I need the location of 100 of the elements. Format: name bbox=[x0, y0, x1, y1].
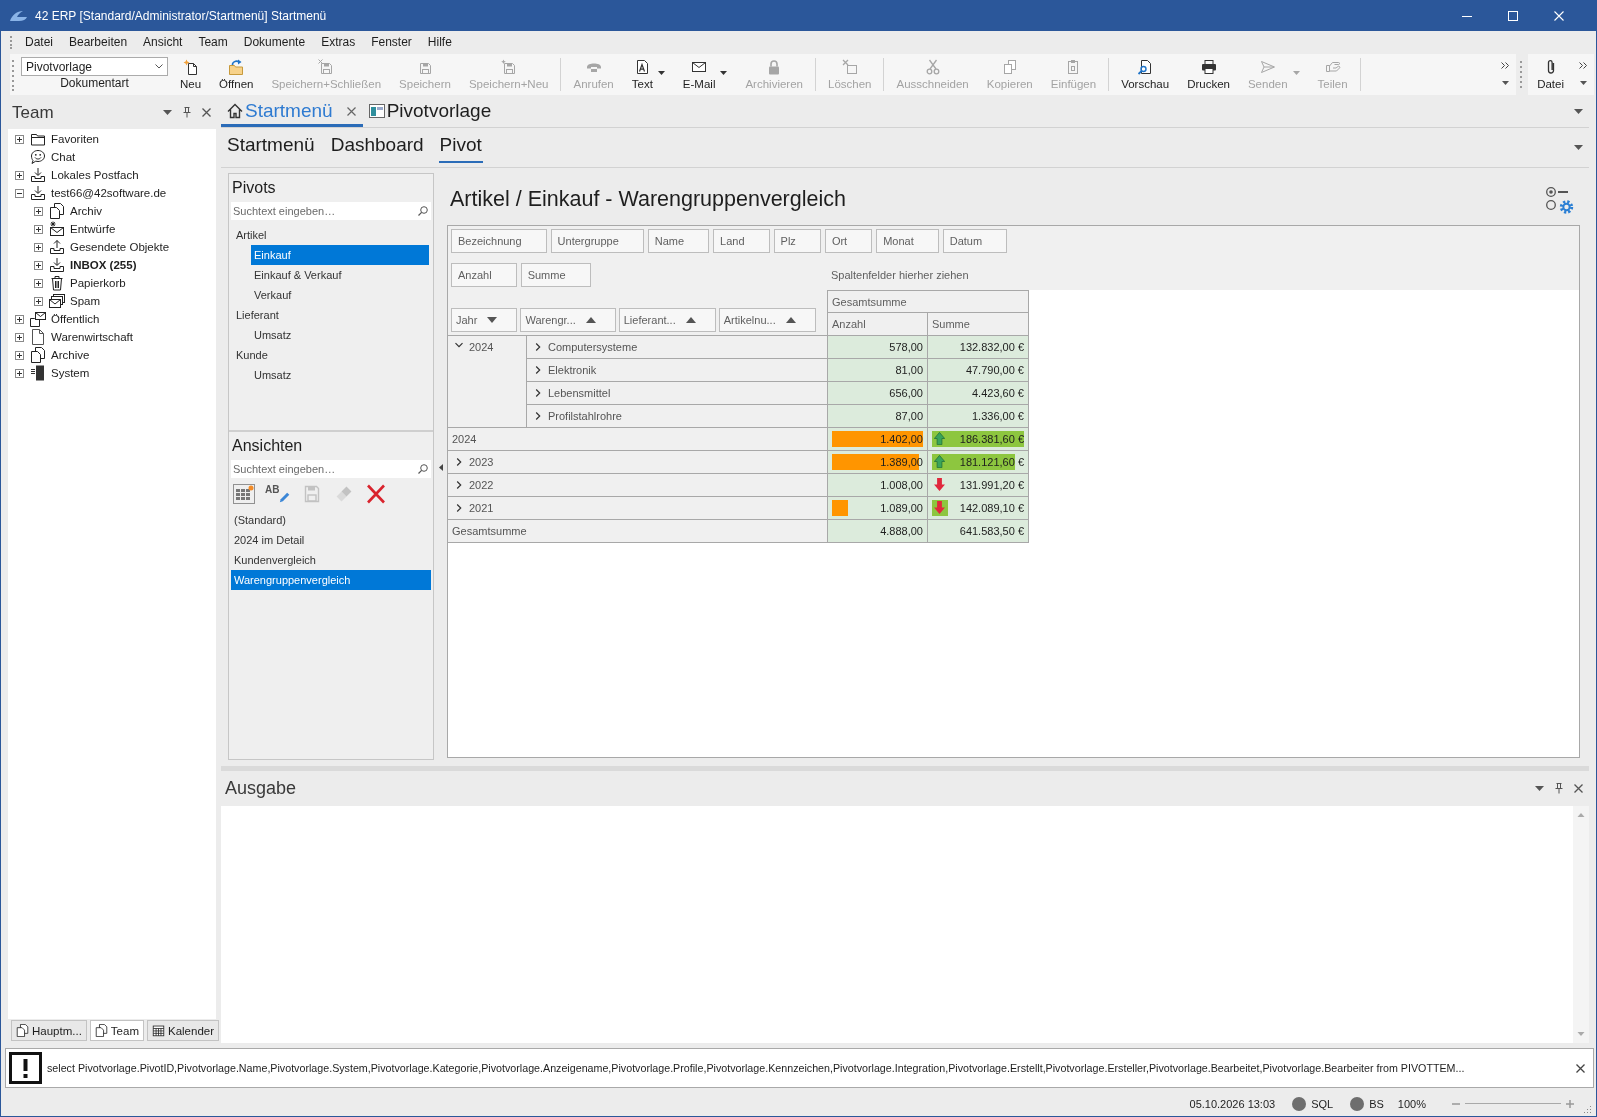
toolbar-button[interactable]: Drucken bbox=[1178, 54, 1239, 95]
collapse-icon[interactable] bbox=[15, 188, 24, 198]
tree-item[interactable]: Öffentlich bbox=[51, 313, 100, 325]
field-chip[interactable]: Ort bbox=[824, 229, 873, 253]
field-chip[interactable]: Warengr... bbox=[520, 308, 616, 332]
pin-icon[interactable] bbox=[1555, 783, 1563, 794]
chevron-right-icon[interactable] bbox=[534, 343, 542, 351]
expand-icon[interactable] bbox=[34, 224, 43, 234]
chevron-right-icon[interactable] bbox=[534, 366, 542, 374]
close-icon[interactable] bbox=[1576, 1063, 1585, 1073]
tree-item[interactable]: Spam bbox=[70, 295, 101, 307]
menu-item[interactable]: Bearbeiten bbox=[61, 35, 136, 49]
view-tab[interactable]: Dashboard bbox=[329, 128, 425, 163]
field-chip[interactable]: Jahr bbox=[451, 308, 518, 332]
dropdown-caret-icon[interactable] bbox=[1580, 81, 1587, 85]
overflow-chevron-icon[interactable] bbox=[1579, 62, 1588, 69]
tree-item[interactable]: Papierkorb bbox=[70, 277, 126, 289]
tree-item[interactable]: Chat bbox=[51, 151, 76, 163]
dropdown-caret-icon[interactable] bbox=[657, 70, 665, 75]
view-tab[interactable]: Pivot bbox=[438, 128, 483, 163]
rename-button[interactable]: AB bbox=[265, 485, 292, 503]
expand-icon[interactable] bbox=[15, 332, 24, 342]
settings-icon[interactable] bbox=[1545, 185, 1575, 216]
field-chip[interactable]: Plz bbox=[773, 229, 821, 253]
list-item[interactable]: Kundenvergleich bbox=[231, 550, 431, 570]
toolbar-button[interactable]: Datei bbox=[1528, 54, 1573, 95]
list-item[interactable]: Verkauf bbox=[251, 285, 429, 305]
chevron-right-icon[interactable] bbox=[455, 504, 463, 512]
dropdown-arrow-icon[interactable] bbox=[1574, 145, 1583, 150]
panel-tab[interactable]: Team bbox=[89, 1020, 144, 1041]
expand-icon[interactable] bbox=[15, 134, 24, 144]
chevron-right-icon[interactable] bbox=[455, 458, 463, 466]
pin-icon[interactable] bbox=[183, 107, 191, 118]
list-item[interactable]: Umsatz bbox=[251, 325, 429, 345]
tree-item[interactable]: Warenwirtschaft bbox=[51, 331, 133, 343]
dropdown-arrow-icon[interactable] bbox=[1535, 786, 1544, 791]
field-chip[interactable]: Land bbox=[713, 229, 770, 253]
new-grid-icon[interactable] bbox=[233, 484, 255, 504]
tree-item[interactable]: Archive bbox=[51, 349, 90, 361]
toolbar-button[interactable]: E-Mail bbox=[673, 54, 737, 95]
list-item[interactable]: 2024 im Detail bbox=[231, 530, 431, 550]
menu-item[interactable]: Fenster bbox=[363, 35, 420, 49]
field-chip[interactable]: Untergruppe bbox=[550, 229, 644, 253]
panel-tab[interactable]: Hauptm... bbox=[11, 1020, 87, 1041]
chevron-right-icon[interactable] bbox=[534, 389, 542, 397]
document-tab[interactable]: Startmenü bbox=[221, 96, 363, 127]
menu-item[interactable]: Ansicht bbox=[135, 35, 191, 49]
close-icon[interactable] bbox=[202, 108, 211, 117]
tree-item[interactable]: Lokales Postfach bbox=[51, 169, 139, 181]
expand-icon[interactable] bbox=[15, 314, 24, 324]
tree-item[interactable]: Favoriten bbox=[51, 133, 99, 145]
search-icon[interactable] bbox=[418, 206, 428, 216]
dropdown-arrow-icon[interactable] bbox=[163, 110, 172, 115]
close-icon[interactable] bbox=[1574, 784, 1583, 793]
maximize-icon[interactable] bbox=[1508, 10, 1518, 21]
tree-item[interactable]: Entwürfe bbox=[70, 223, 116, 235]
tree-item[interactable]: test66@42software.de bbox=[51, 187, 167, 199]
field-chip[interactable]: Summe bbox=[520, 263, 591, 287]
tree-item[interactable]: System bbox=[51, 367, 90, 379]
expand-icon[interactable] bbox=[15, 170, 24, 180]
expand-icon[interactable] bbox=[34, 206, 43, 216]
chevron-right-icon[interactable] bbox=[534, 412, 542, 420]
field-chip[interactable]: Datum bbox=[942, 229, 1008, 253]
field-chip[interactable]: Bezeichnung bbox=[451, 229, 547, 253]
chevron-right-icon[interactable] bbox=[455, 481, 463, 489]
list-item[interactable]: Artikel bbox=[229, 225, 429, 245]
list-item[interactable]: Lieferant bbox=[229, 305, 429, 325]
field-chip[interactable]: Name bbox=[647, 229, 710, 253]
tree-item[interactable]: Archiv bbox=[70, 205, 102, 217]
toolbar-button[interactable]: Text bbox=[622, 54, 674, 95]
resize-grip-icon[interactable] bbox=[1582, 1104, 1592, 1114]
field-chip[interactable]: Anzahl bbox=[451, 263, 517, 287]
toolbar-button[interactable]: Neu bbox=[171, 54, 211, 95]
field-chip[interactable]: Artikelnu... bbox=[718, 308, 816, 332]
expand-icon[interactable] bbox=[15, 350, 24, 360]
list-item[interactable]: Einkauf & Verkauf bbox=[251, 265, 429, 285]
menu-item[interactable]: Team bbox=[190, 35, 236, 49]
collapse-arrow-icon[interactable] bbox=[438, 464, 443, 471]
overflow-chevron-icon[interactable] bbox=[1501, 62, 1511, 69]
close-icon[interactable] bbox=[346, 106, 356, 116]
vertical-scrollbar[interactable] bbox=[1573, 806, 1589, 1043]
dropdown-caret-icon[interactable] bbox=[1502, 81, 1510, 85]
list-item[interactable]: Umsatz bbox=[251, 365, 429, 385]
menu-item[interactable]: Hilfe bbox=[419, 35, 460, 49]
document-type-dropdown[interactable]: Pivotvorlage bbox=[21, 57, 168, 76]
tree-item[interactable]: Gesendete Objekte bbox=[70, 241, 170, 253]
list-item[interactable]: (Standard) bbox=[231, 510, 431, 530]
view-tab[interactable]: Startmenü bbox=[226, 128, 316, 163]
expand-icon[interactable] bbox=[34, 260, 43, 270]
expand-icon[interactable] bbox=[34, 296, 43, 306]
toolbar-button[interactable]: Vorschau bbox=[1112, 54, 1179, 95]
field-chip[interactable]: Lieferant... bbox=[618, 308, 716, 332]
menu-item[interactable]: Datei bbox=[17, 35, 61, 49]
list-item[interactable]: Warengruppenvergleich bbox=[231, 570, 431, 590]
field-chip[interactable]: Monat bbox=[876, 229, 939, 253]
search-icon[interactable] bbox=[418, 464, 428, 474]
expand-icon[interactable] bbox=[15, 368, 24, 378]
document-tab[interactable]: Pivotvorlage bbox=[362, 96, 499, 127]
toolbar-button[interactable]: Öffnen bbox=[210, 54, 263, 95]
chevron-down-icon[interactable] bbox=[455, 341, 463, 349]
